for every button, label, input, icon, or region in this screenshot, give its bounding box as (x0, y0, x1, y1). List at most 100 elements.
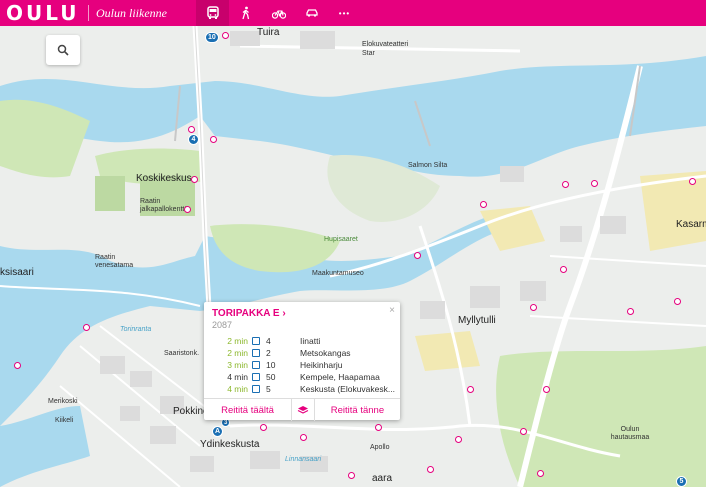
bus-stop[interactable] (520, 428, 527, 435)
more-options-button[interactable]: ••• (328, 0, 361, 26)
map-label-myllytulli: Myllytulli (458, 315, 496, 326)
bus-icon (206, 6, 219, 19)
bus-icon (252, 385, 260, 393)
bus-stop[interactable] (191, 176, 198, 183)
layers-button[interactable] (291, 399, 315, 421)
map-label-koskikeskus: Koskikeskus (136, 173, 192, 184)
bus-stop[interactable] (188, 126, 195, 133)
map-label-maakuntamuseo: Maakuntamuseo (312, 270, 364, 277)
route-badge-5[interactable]: 5 (676, 476, 687, 487)
selected-stop-marker[interactable]: A (212, 426, 223, 437)
departure-row[interactable]: 4 min 5 Keskusta (Elokuvakesk... (212, 384, 398, 396)
departure-time: 4 min (227, 372, 248, 382)
bus-stop[interactable] (83, 324, 90, 331)
bus-stop[interactable] (480, 201, 487, 208)
map-label-torinranta: Torinranta (120, 326, 152, 333)
departure-destination: Keskusta (Elokuvakesk... (300, 384, 395, 394)
map-label-elokuvateatteri: Elokuvateatteri Star (362, 41, 409, 57)
departure-destination: Kempele, Haapamaa (300, 372, 380, 382)
departure-destination: Heikinharju (300, 360, 343, 370)
bus-stop[interactable] (300, 434, 307, 441)
bus-stop[interactable] (530, 304, 537, 311)
departure-time: 2 min (227, 336, 248, 346)
bus-stop[interactable] (591, 180, 598, 187)
map-label-raatin-venesatama: Raatin venesatama (95, 254, 134, 269)
map-label-apollo: Apollo (370, 444, 390, 451)
search-button[interactable] (46, 35, 80, 65)
yellow-block-2 (415, 331, 480, 371)
bus-stop[interactable] (467, 386, 474, 393)
sports-field (95, 176, 125, 211)
map-label-ydinkeskusta: Ydinkeskusta (200, 439, 260, 450)
bus-stop[interactable] (427, 466, 434, 473)
bus-stop[interactable] (543, 386, 550, 393)
bus-stop[interactable] (414, 252, 421, 259)
bus-icon (252, 373, 260, 381)
departure-row[interactable]: 2 min 4 Iinatti (212, 336, 398, 348)
departure-destination: Metsokangas (300, 348, 351, 358)
bus-stop[interactable] (348, 472, 355, 479)
mode-bike-button[interactable] (262, 0, 295, 26)
bus-stop[interactable] (455, 436, 462, 443)
stop-title-link[interactable]: TORIPAKKA E › (212, 308, 286, 319)
map-label-kasarmi: Kasarmi (676, 219, 706, 230)
popup-action-bar: Reititä täältä Reititä tänne (204, 398, 400, 421)
mode-walk-button[interactable] (229, 0, 262, 26)
header-divider (88, 5, 89, 21)
bus-stop[interactable] (260, 424, 267, 431)
departure-row[interactable]: 2 min 2 Metsokangas (212, 348, 398, 360)
route-from-here-button[interactable]: Reititä täältä (204, 405, 291, 416)
stop-code: 2087 (212, 320, 233, 330)
bike-icon (271, 10, 286, 19)
map-label-saaristonk: Saaristonk. (164, 350, 200, 357)
mode-car-button[interactable] (295, 0, 328, 26)
map-label-raatin: Raatin jalkapallokenttä (140, 198, 189, 213)
departure-time: 3 min (227, 360, 248, 370)
map-label-salmen-silta: Salmon Silta (408, 162, 448, 169)
bus-stop[interactable] (562, 181, 569, 188)
departure-row[interactable]: 4 min 50 Kempele, Haapamaa (212, 372, 398, 384)
search-icon (57, 44, 69, 56)
bus-stop[interactable] (674, 298, 681, 305)
car-icon (305, 9, 318, 17)
bus-stop[interactable] (184, 206, 191, 213)
map-label-merikoski: Merikoski (48, 398, 78, 405)
mode-bus-button[interactable] (196, 0, 229, 26)
route-badge-10[interactable]: 10 (205, 32, 219, 43)
departure-destination: Iinatti (300, 336, 321, 346)
route-to-here-button[interactable]: Reititä tänne (315, 405, 400, 416)
map-label-hupisaaret: Hupisaaret (324, 236, 358, 243)
map-label-aara: aara (372, 473, 393, 484)
layers-icon (297, 406, 309, 414)
departure-route: 10 (266, 360, 276, 370)
stop-popup: TORIPAKKA E › 2087 × 2 min 4 Iinatti 2 m… (204, 302, 400, 421)
walk-icon (241, 6, 249, 20)
bus-stop[interactable] (210, 136, 217, 143)
close-icon[interactable]: × (389, 305, 395, 316)
bus-stop[interactable] (14, 362, 21, 369)
app-subtitle: Oulun liikenne (96, 5, 167, 20)
map-label-linnansaari: Linnansaari (285, 456, 322, 463)
map-label-lasaari: ksisaari (0, 267, 34, 278)
departure-route: 50 (266, 372, 276, 382)
departure-time: 4 min (227, 384, 248, 394)
map-label-tuira: Tuira (257, 27, 280, 38)
departure-route: 5 (266, 384, 271, 394)
bus-stop[interactable] (222, 32, 229, 39)
bus-stop[interactable] (627, 308, 634, 315)
departure-row[interactable]: 3 min 10 Heikinharju (212, 360, 398, 372)
map-label-kiikeli: Kiikeli (55, 417, 74, 424)
bus-stop[interactable] (537, 470, 544, 477)
map-label-oulun-hautausmaa: Oulun hautausmaa (610, 426, 650, 441)
bus-icon (252, 337, 260, 345)
bus-stop[interactable] (560, 266, 567, 273)
top-bar: OULU Oulun liikenne ••• (0, 0, 706, 26)
bus-stop[interactable] (689, 178, 696, 185)
bus-icon (252, 361, 260, 369)
departure-time: 2 min (227, 348, 248, 358)
oulu-logo[interactable]: OULU (0, 1, 86, 25)
route-badge-4[interactable]: 4 (188, 134, 199, 145)
bus-stop[interactable] (375, 424, 382, 431)
departure-route: 2 (266, 348, 271, 358)
more-icon: ••• (338, 8, 351, 18)
